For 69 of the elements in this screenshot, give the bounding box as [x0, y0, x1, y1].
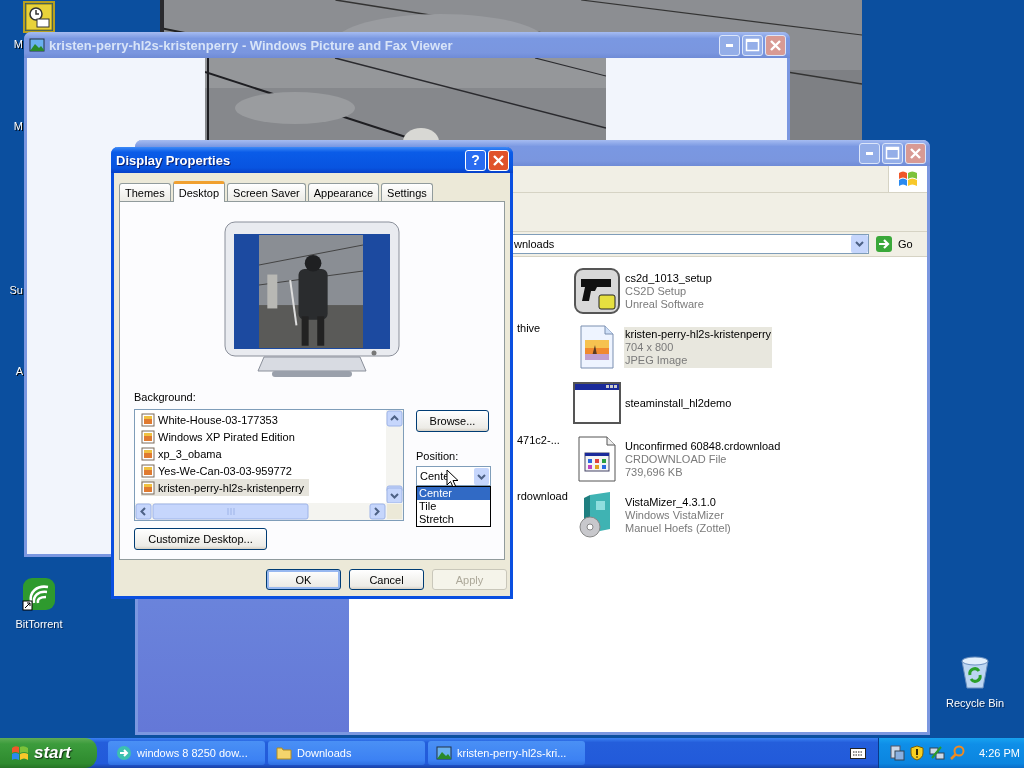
icon-label: M	[12, 120, 24, 132]
tab[interactable]: Screen Saver	[227, 183, 306, 201]
field-label: Position:	[416, 450, 460, 462]
browse-button[interactable]: Browse...	[416, 410, 489, 432]
dropdown-option[interactable]: Center	[417, 487, 490, 500]
tab[interactable]: Desktop	[172, 181, 226, 202]
landscape-icon	[436, 745, 452, 761]
file-detail: Unreal Software	[625, 297, 704, 311]
dialog-button[interactable]: OK	[266, 569, 341, 590]
recycle-bin-icon[interactable]	[959, 655, 991, 691]
file-name[interactable]: kristen-perry-hl2s-kristenperry	[625, 327, 772, 341]
file-detail: Manuel Hoefs (Zottel)	[625, 521, 731, 535]
taskbar-button[interactable]: windows 8 8250 dow...	[108, 741, 265, 765]
file-detail: Windows VistaMizer	[625, 508, 724, 522]
tab[interactable]: Themes	[119, 183, 171, 201]
list-item[interactable]: Windows XP Pirated Edition	[141, 428, 300, 445]
dialog-button[interactable]: Cancel	[349, 569, 424, 590]
file-detail: 739,696 KB	[625, 465, 683, 479]
list-item[interactable]: White-House-03-177353	[141, 411, 283, 428]
caret-icon	[474, 467, 489, 485]
help-button[interactable]: ?	[465, 149, 486, 171]
icon-label[interactable]: Recycle Bin	[945, 697, 1005, 709]
tab[interactable]: Settings	[381, 183, 433, 201]
dropdown-button[interactable]	[851, 235, 868, 253]
minimize-icon	[865, 150, 874, 156]
clock-icon[interactable]	[25, 3, 53, 31]
dropdown-option[interactable]: Stretch	[417, 513, 490, 526]
wave-icon[interactable]	[21, 576, 57, 612]
icon-label: Su	[8, 284, 24, 296]
image-file-icon	[141, 429, 155, 444]
flag-icon	[897, 169, 919, 189]
customize-desktop-button[interactable]: Customize Desktop...	[134, 528, 267, 550]
icon-label: M	[12, 38, 24, 50]
window-title: Display Properties	[116, 152, 232, 168]
computer-icon[interactable]	[889, 745, 905, 761]
caret-icon	[855, 241, 864, 247]
network-icon[interactable]	[929, 745, 945, 761]
field-label: Background:	[134, 391, 197, 403]
start-button[interactable]: start	[0, 738, 97, 768]
file-detail: JPEG Image	[625, 353, 688, 367]
close-icon	[493, 154, 504, 166]
file-detail: 704 x 800	[625, 340, 674, 354]
vertical-scrollbar[interactable]	[386, 410, 403, 504]
image-file-icon	[141, 480, 155, 495]
file-detail: CRDOWNLOAD File	[625, 452, 727, 466]
folder-icon	[276, 745, 292, 761]
background-list[interactable]: White-House-03-177353 Windows XP Pirated Edition xp_3_obama Yes-We-Can-03-03-959772 kristen-perry-hl2s-kristenperry	[134, 409, 404, 521]
close-icon	[910, 147, 921, 159]
flag-icon	[10, 744, 30, 762]
taskbar-button[interactable]: kristen-perry-hl2s-kri...	[428, 741, 585, 765]
dropdown-option[interactable]: Tile	[417, 500, 490, 513]
list-item[interactable]: kristen-perry-hl2s-kristenperry	[141, 479, 310, 496]
clock: 4:26 PM	[979, 747, 1020, 759]
landscape-icon	[29, 37, 45, 53]
shield-icon[interactable]	[909, 745, 925, 761]
keyboard-icon[interactable]	[850, 747, 866, 759]
file-detail: CS2D Setup	[625, 284, 687, 298]
image-file-icon	[141, 412, 155, 427]
icon-label[interactable]: BitTorrent	[15, 618, 63, 630]
arrow-icon	[875, 235, 893, 253]
taskbar-button[interactable]: Downloads	[268, 741, 425, 765]
tab[interactable]: Appearance	[307, 183, 380, 201]
icon-label: A	[14, 365, 24, 377]
list-item[interactable]: Yes-We-Can-03-03-959772	[141, 462, 297, 479]
image-file-icon	[141, 446, 155, 461]
list-item[interactable]: xp_3_obama	[141, 445, 227, 462]
horizontal-scrollbar[interactable]	[135, 503, 403, 520]
maximize-icon	[885, 146, 900, 160]
image-file-icon	[141, 463, 155, 478]
